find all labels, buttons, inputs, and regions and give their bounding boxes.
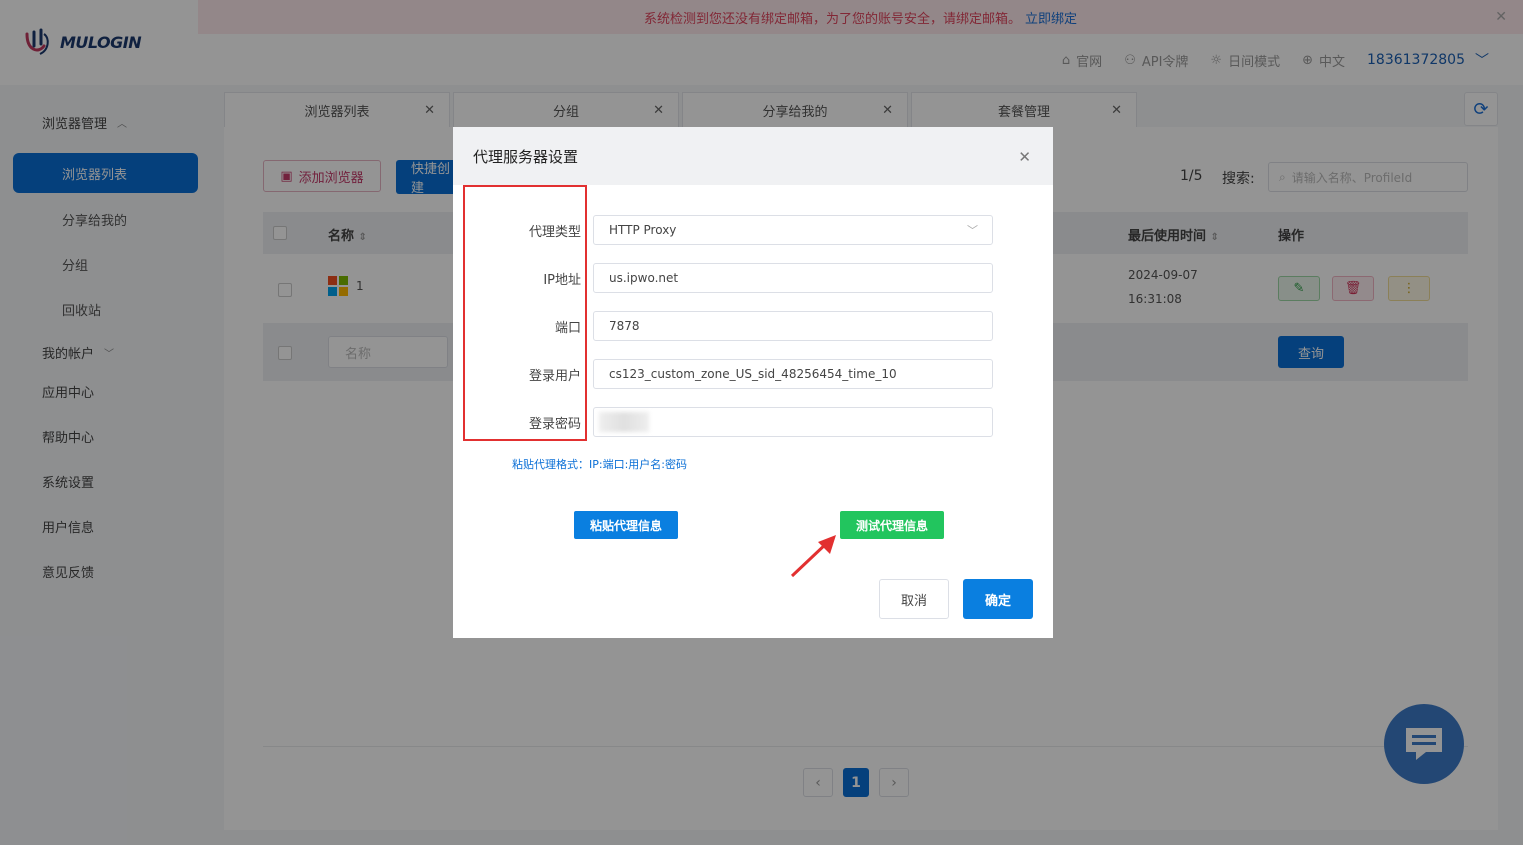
- annotation-highlight-box: [463, 185, 587, 441]
- test-proxy-button[interactable]: 测试代理信息: [840, 511, 944, 539]
- proxy-settings-dialog: 代理服务器设置 ✕ 代理类型 HTTP Proxy ﹀ IP地址 us.ipwo…: [453, 127, 1053, 638]
- redacted-password: [599, 412, 649, 432]
- annotation-arrow-icon: [790, 535, 836, 578]
- ip-address-input[interactable]: us.ipwo.net: [593, 263, 993, 293]
- port-input[interactable]: 7878: [593, 311, 993, 341]
- chevron-down-icon: ﹀: [967, 224, 978, 237]
- dialog-header: 代理服务器设置 ✕: [453, 127, 1053, 185]
- username-input[interactable]: cs123_custom_zone_US_sid_48256454_time_1…: [593, 359, 993, 389]
- dialog-title: 代理服务器设置: [473, 147, 579, 166]
- confirm-button[interactable]: 确定: [963, 579, 1033, 619]
- close-icon[interactable]: ✕: [1018, 148, 1031, 166]
- paste-format-hint: 粘贴代理格式：IP:端口:用户名:密码: [512, 458, 687, 471]
- password-input[interactable]: [593, 407, 993, 437]
- cancel-button[interactable]: 取消: [879, 579, 949, 619]
- proxy-type-select[interactable]: HTTP Proxy ﹀: [593, 215, 993, 245]
- paste-proxy-button[interactable]: 粘贴代理信息: [574, 511, 678, 539]
